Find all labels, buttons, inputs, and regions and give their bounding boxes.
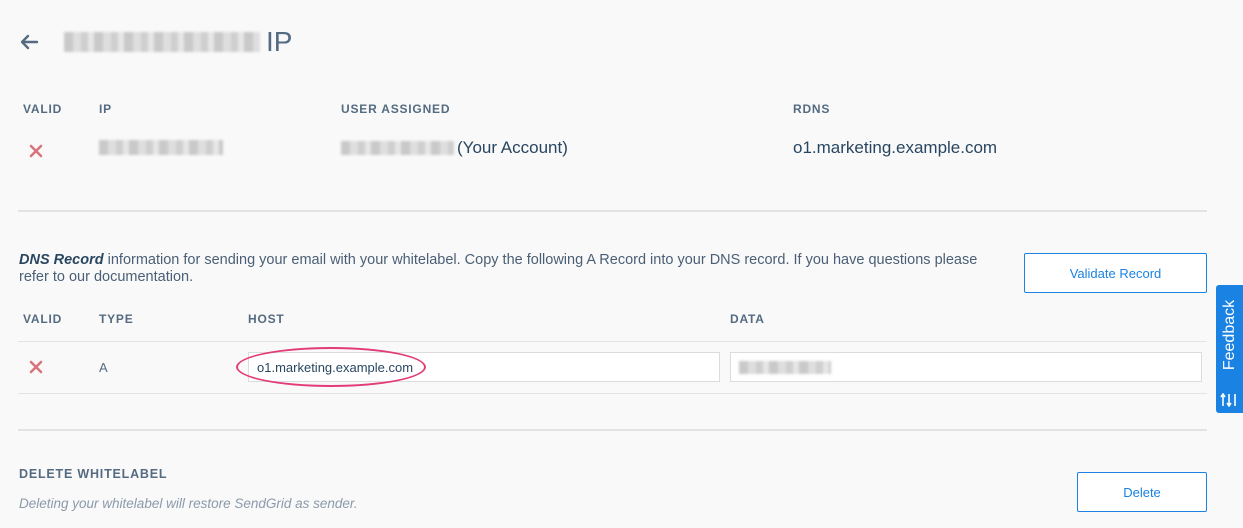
highlight-circle (236, 347, 426, 387)
validate-record-button[interactable]: Validate Record (1024, 253, 1207, 293)
delete-whitelabel-title: DELETE WHITELABEL (19, 467, 168, 481)
col-ip: IP (99, 102, 112, 116)
dns-description: DNS Record information for sending your … (19, 252, 1009, 286)
col-user-assigned: USER ASSIGNED (341, 102, 451, 116)
page-header: IP (18, 22, 292, 62)
back-arrow-icon[interactable] (18, 31, 40, 53)
user-assigned-suffix: (Your Account) (457, 138, 568, 157)
delete-note: Deleting your whitelabel will restore Se… (19, 496, 358, 511)
feedback-arrows-icon (1220, 393, 1236, 407)
page-title-suffix: IP (266, 26, 293, 57)
dns-description-bold: DNS Record (19, 252, 104, 268)
redacted-ip-title (64, 32, 260, 52)
divider (18, 210, 1207, 212)
delete-button[interactable]: Delete (1077, 472, 1207, 512)
rdns-value: o1.marketing.example.com (793, 138, 998, 157)
dns-col-valid: VALID (23, 312, 63, 326)
invalid-x-icon (29, 144, 43, 158)
dns-col-data: DATA (730, 312, 765, 326)
user-assigned-cell: (Your Account) (341, 138, 568, 158)
divider (18, 429, 1207, 431)
dns-description-text: information for sending your email with … (19, 252, 978, 285)
dns-type-value: A (99, 360, 108, 375)
redacted-username (341, 141, 454, 155)
redacted-ip (99, 140, 223, 155)
col-valid: VALID (23, 102, 63, 116)
feedback-label: Feedback (1220, 299, 1238, 371)
table-header-divider (18, 341, 1207, 342)
dns-col-host: HOST (248, 312, 285, 326)
redacted-data (739, 360, 831, 374)
invalid-x-icon (29, 360, 43, 374)
col-rdns: RDNS (793, 102, 831, 116)
data-field[interactable] (730, 352, 1202, 382)
row-divider (18, 393, 1207, 394)
dns-col-type: TYPE (99, 312, 134, 326)
feedback-tab[interactable]: Feedback (1216, 285, 1243, 413)
